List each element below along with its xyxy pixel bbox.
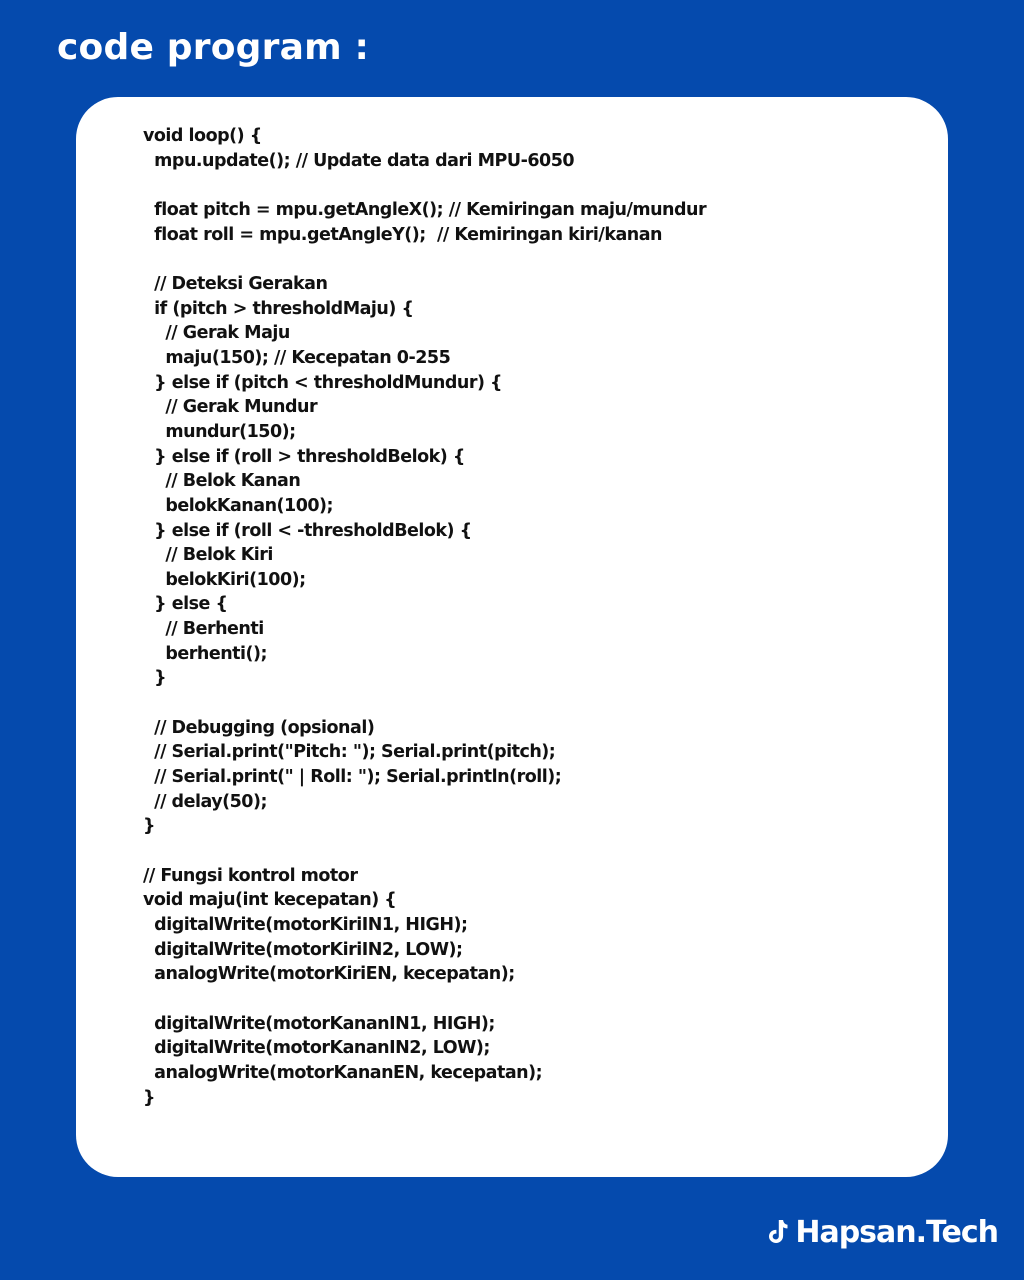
code-line: belokKiri(100); [143,569,306,590]
code-line: float roll = mpu.getAngleY(); // Kemirin… [143,224,662,245]
code-line: // Berhenti [143,619,264,640]
code-line: // Belok Kiri [143,545,273,566]
code-line: digitalWrite(motorKiriIN2, LOW); [143,939,463,960]
code-line: } else if (pitch < thresholdMundur) { [143,372,502,393]
code-line: mundur(150); [143,421,296,442]
code-line: maju(150); // Kecepatan 0-255 [143,347,451,368]
code-line: // Fungsi kontrol motor [143,865,358,886]
code-line: belokKanan(100); [143,495,334,516]
code-line: } else if (roll < -thresholdBelok) { [143,520,472,541]
code-line: float pitch = mpu.getAngleX(); // Kemiri… [143,199,707,220]
code-line: digitalWrite(motorKananIN1, HIGH); [143,1013,495,1034]
code-line: } [143,1087,155,1108]
code-line: analogWrite(motorKiriEN, kecepatan); [143,964,515,985]
code-line: digitalWrite(motorKiriIN1, HIGH); [143,915,468,935]
code-line: } else if (roll > thresholdBelok) { [143,446,465,467]
code-line: // Gerak Mundur [143,397,318,418]
watermark-text: Hapsan.Tech [795,1214,999,1250]
page-title: code program : [57,27,370,68]
tiktok-icon [769,1219,789,1245]
code-line: // delay(50); [143,791,267,812]
code-line: // Debugging (opsional) [143,717,375,738]
code-line: } [143,816,155,837]
code-line: berhenti(); [143,643,268,664]
code-block: void loop() { mpu.update(); // Update da… [143,124,933,1110]
code-line: // Gerak Maju [143,323,290,344]
code-line: // Serial.print(" | Roll: "); Serial.pri… [143,767,562,788]
code-card: void loop() { mpu.update(); // Update da… [76,97,948,1177]
code-line: digitalWrite(motorKananIN2, LOW); [143,1038,490,1059]
code-line: // Belok Kanan [143,471,301,492]
code-line: void maju(int kecepatan) { [143,890,397,911]
code-line: // Deteksi Gerakan [143,273,328,294]
code-line: } else { [143,594,228,615]
code-line: void loop() { [143,126,262,146]
code-line: mpu.update(); // Update data dari MPU-60… [143,150,575,171]
code-line: } [143,668,167,689]
code-line: // Serial.print("Pitch: "); Serial.print… [143,742,556,763]
code-line: analogWrite(motorKananEN, kecepatan); [143,1062,543,1083]
watermark: Hapsan.Tech [769,1214,999,1250]
code-line: if (pitch > thresholdMaju) { [143,298,414,319]
